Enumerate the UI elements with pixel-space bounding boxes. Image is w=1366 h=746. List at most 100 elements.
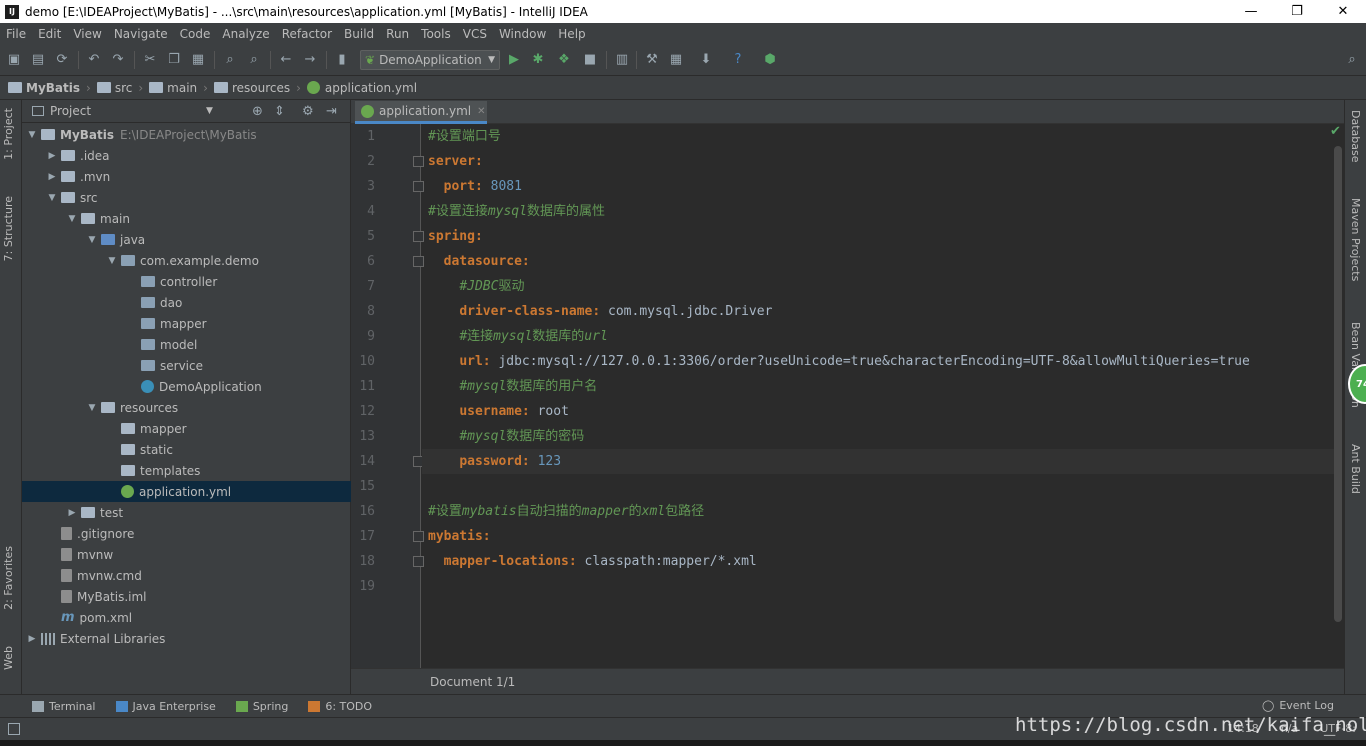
breadcrumb-item[interactable]: application.yml bbox=[306, 81, 417, 95]
gear-icon[interactable]: ⚙ bbox=[302, 104, 314, 119]
code-line[interactable]: driver-class-name: com.mysql.jdbc.Driver bbox=[428, 299, 772, 324]
menu-code[interactable]: Code bbox=[174, 27, 217, 41]
chevron-right-icon[interactable]: ▶ bbox=[66, 508, 78, 518]
collapse-icon[interactable]: ⇕ bbox=[274, 104, 285, 119]
copy-icon[interactable]: ❐ bbox=[166, 52, 182, 68]
event-log-button[interactable]: ◯ Event Log bbox=[1262, 699, 1334, 712]
code-line[interactable]: port: 8081 bbox=[428, 174, 522, 199]
breadcrumb-item[interactable]: resources › bbox=[213, 81, 301, 95]
code-line[interactable]: datasource: bbox=[428, 249, 530, 274]
tab-structure[interactable]: 7: Structure bbox=[2, 196, 15, 261]
chevron-down-icon[interactable]: ▼ bbox=[26, 130, 38, 140]
tree-item[interactable]: ▶ .mvn bbox=[22, 166, 351, 187]
save-icon[interactable]: ▤ bbox=[30, 52, 46, 68]
tree-item[interactable]: .gitignore bbox=[22, 523, 351, 544]
tree-item[interactable]: m pom.xml bbox=[22, 607, 351, 628]
tree-item[interactable]: mvnw.cmd bbox=[22, 565, 351, 586]
tab-project[interactable]: 1: Project bbox=[2, 108, 15, 160]
tab-terminal[interactable]: Terminal bbox=[32, 700, 96, 713]
menu-navigate[interactable]: Navigate bbox=[108, 27, 174, 41]
build-icon[interactable]: ▮ bbox=[334, 52, 350, 68]
code-area[interactable]: #设置端口号 server: port: 8081 #设置连接mysql数据库的属性… bbox=[422, 124, 1334, 668]
project-view-label[interactable]: Project bbox=[50, 104, 91, 118]
redo-icon[interactable]: ↷ bbox=[110, 52, 126, 68]
structure-icon[interactable]: ▦ bbox=[668, 52, 684, 68]
back-icon[interactable]: ← bbox=[278, 52, 294, 68]
tab-java-enterprise[interactable]: Java Enterprise bbox=[115, 700, 216, 713]
tree-item[interactable]: application.yml bbox=[22, 481, 351, 502]
tree-item[interactable]: ▼ java bbox=[22, 229, 351, 250]
code-line[interactable]: mapper-locations: classpath:mapper/*.xml bbox=[428, 549, 757, 574]
open-folder-icon[interactable]: ▣ bbox=[6, 52, 22, 68]
toggle-tool-windows-icon[interactable] bbox=[8, 723, 20, 735]
chevron-right-icon[interactable]: ▶ bbox=[46, 172, 58, 182]
stop-icon[interactable]: ■ bbox=[582, 52, 598, 68]
chevron-down-icon[interactable]: ▼ bbox=[46, 193, 58, 203]
tree-item[interactable]: mapper bbox=[22, 313, 351, 334]
breadcrumb-item[interactable]: MyBatis › bbox=[8, 81, 91, 95]
tab-spring[interactable]: Spring bbox=[235, 700, 288, 713]
cut-icon[interactable]: ✂ bbox=[142, 52, 158, 68]
menu-run[interactable]: Run bbox=[380, 27, 415, 41]
menu-refactor[interactable]: Refactor bbox=[276, 27, 338, 41]
tree-item[interactable]: model bbox=[22, 334, 351, 355]
debug-icon[interactable]: ✱ bbox=[530, 52, 546, 68]
code-line[interactable]: server: bbox=[428, 149, 483, 174]
tree-item[interactable]: service bbox=[22, 355, 351, 376]
find-icon[interactable]: ⌕ bbox=[222, 52, 238, 68]
tab-application-yml[interactable]: application.yml ✕ bbox=[355, 101, 487, 124]
chevron-down-icon[interactable]: ▼ bbox=[206, 106, 213, 116]
tree-item[interactable]: static bbox=[22, 439, 351, 460]
code-line[interactable]: #设置端口号 bbox=[428, 124, 501, 149]
chevron-right-icon[interactable]: ▶ bbox=[26, 634, 38, 644]
forward-icon[interactable]: → bbox=[302, 52, 318, 68]
tree-item[interactable]: mvnw bbox=[22, 544, 351, 565]
tab-6-todo[interactable]: 6: TODO bbox=[308, 700, 372, 713]
menu-tools[interactable]: Tools bbox=[415, 27, 457, 41]
minimize-button[interactable]: — bbox=[1228, 0, 1274, 23]
editor-scrollbar[interactable] bbox=[1334, 146, 1342, 622]
locate-icon[interactable]: ⊕ bbox=[252, 104, 263, 119]
tree-item[interactable]: controller bbox=[22, 271, 351, 292]
code-line[interactable]: password: 123 bbox=[422, 449, 1334, 474]
code-line[interactable]: #设置mybatis自动扫描的mapper的xml包路径 bbox=[428, 499, 704, 524]
tree-item[interactable]: DemoApplication bbox=[22, 376, 351, 397]
project-structure-icon[interactable]: ⚒ bbox=[644, 52, 660, 68]
undo-icon[interactable]: ↶ bbox=[86, 52, 102, 68]
tree-item[interactable]: templates bbox=[22, 460, 351, 481]
tree-item[interactable]: ▶ .idea bbox=[22, 145, 351, 166]
plugin-icon[interactable]: ⬢ bbox=[762, 52, 778, 68]
code-line[interactable]: spring: bbox=[428, 224, 483, 249]
chevron-down-icon[interactable]: ▼ bbox=[86, 403, 98, 413]
tab-web[interactable]: Web bbox=[2, 646, 15, 670]
menu-edit[interactable]: Edit bbox=[32, 27, 67, 41]
chevron-down-icon[interactable]: ▼ bbox=[66, 214, 78, 224]
tab-favorites[interactable]: 2: Favorites bbox=[2, 546, 15, 610]
close-button[interactable]: ✕ bbox=[1320, 0, 1366, 23]
breadcrumb-item[interactable]: src › bbox=[96, 81, 143, 95]
code-line[interactable]: #连接mysql数据库的url bbox=[428, 324, 607, 349]
code-line[interactable]: #mysql数据库的用户名 bbox=[428, 374, 597, 399]
chevron-down-icon[interactable]: ▼ bbox=[86, 235, 98, 245]
tab-database[interactable]: Database bbox=[1349, 110, 1362, 163]
tree-item[interactable]: ▼ resources bbox=[22, 397, 351, 418]
help-icon[interactable]: ? bbox=[730, 52, 746, 68]
search-everywhere-icon[interactable]: ⌕ bbox=[1344, 52, 1360, 68]
menu-view[interactable]: View bbox=[67, 27, 107, 41]
code-line[interactable]: url: jdbc:mysql://127.0.0.1:3306/order?u… bbox=[428, 349, 1250, 374]
tab-maven-projects[interactable]: Maven Projects bbox=[1349, 198, 1362, 281]
tree-item[interactable]: ▼ com.example.demo bbox=[22, 250, 351, 271]
restore-button[interactable]: ❐ bbox=[1274, 0, 1320, 23]
replace-icon[interactable]: ⌕ bbox=[246, 52, 262, 68]
tree-item[interactable]: ▼ src bbox=[22, 187, 351, 208]
tree-item[interactable]: dao bbox=[22, 292, 351, 313]
sync-icon[interactable]: ⟳ bbox=[54, 52, 70, 68]
code-line[interactable]: #mysql数据库的密码 bbox=[428, 424, 584, 449]
paste-icon[interactable]: ▦ bbox=[190, 52, 206, 68]
code-line[interactable]: mybatis: bbox=[428, 524, 491, 549]
menu-window[interactable]: Window bbox=[493, 27, 552, 41]
tree-item[interactable]: ▶ External Libraries bbox=[22, 628, 351, 649]
run-icon[interactable]: ▶ bbox=[506, 52, 522, 68]
menu-vcs[interactable]: VCS bbox=[457, 27, 493, 41]
tree-item[interactable]: ▼ MyBatis E:\IDEAProject\MyBatis bbox=[22, 124, 351, 145]
